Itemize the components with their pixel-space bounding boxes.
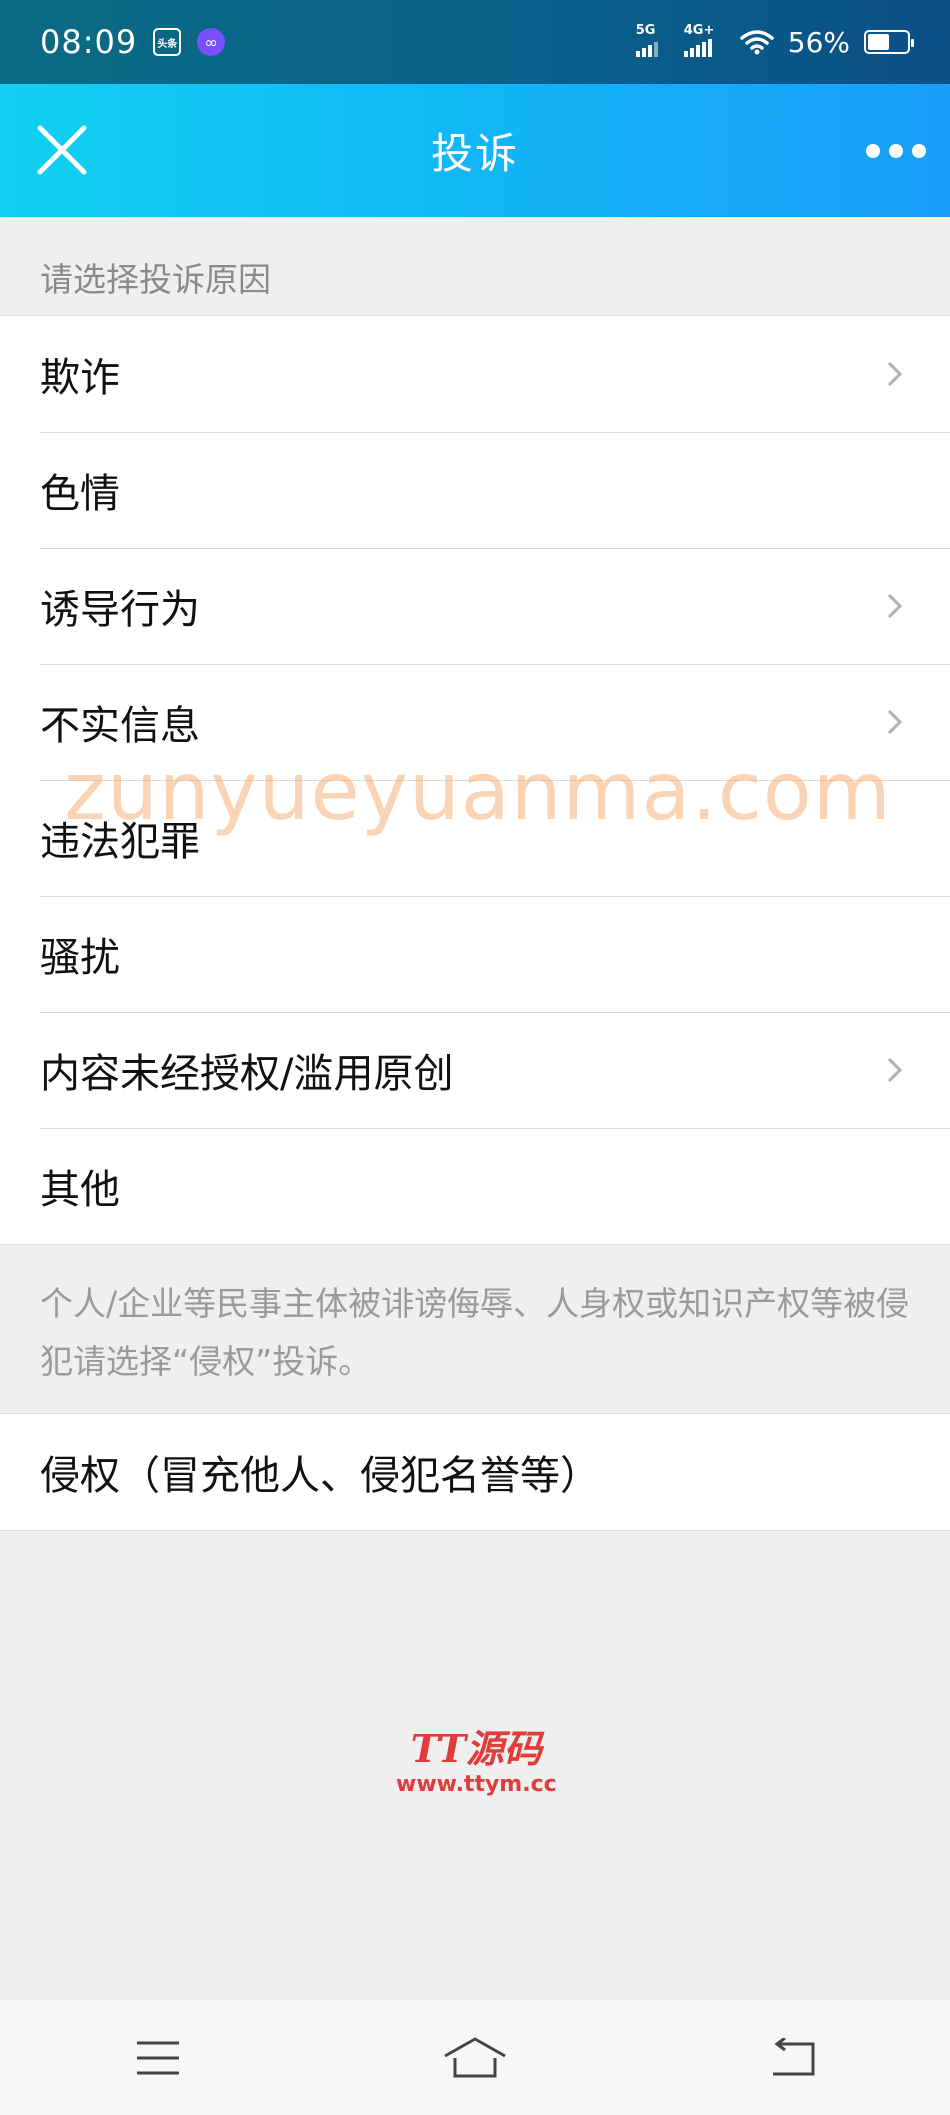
list-item-label: 其他 (40, 1167, 120, 1213)
tt-logo: TT源码 www.ttym.cc (396, 1727, 557, 1799)
infringement-notice: 个人/企业等民事主体被诽谤侮辱、人身权或知识产权等被侵犯请选择“侵权”投诉。 (40, 1284, 910, 1381)
close-icon[interactable] (34, 122, 90, 178)
list-item-label: 诱导行为 (40, 587, 200, 633)
page-title: 投诉 (430, 129, 519, 178)
chevron-right-icon (887, 1057, 903, 1083)
reason-item[interactable]: 骚扰 (0, 896, 950, 1012)
signal-5g-icon: 5G (635, 23, 670, 57)
battery-icon (864, 30, 914, 54)
list-item-label: 色情 (40, 471, 120, 517)
list-item-label: 骚扰 (40, 935, 120, 981)
system-nav-bar (0, 2000, 950, 2115)
reason-list: 欺诈色情诱导行为不实信息违法犯罪骚扰内容未经授权/滥用原创 其他 (0, 315, 950, 1245)
section-header: 请选择投诉原因 (40, 260, 271, 299)
status-bar: 08:09 头条 ∞ 5G 4G+ 56% (0, 0, 950, 84)
complaint-content: 请选择投诉原因 欺诈 色情 诱导行为 不实信息 违法犯罪 骚扰 内容未经授权/滥用原创 其他 … (0, 217, 950, 1531)
signal-4g-icon: 4G+ (683, 23, 726, 57)
list-item-label: 不实信息 (40, 703, 200, 749)
back-button[interactable] (747, 2023, 837, 2093)
reason-item[interactable]: 其他 (0, 1128, 950, 1244)
reason-item[interactable]: 诱导行为 (0, 548, 950, 664)
infringement-item[interactable]: 侵权（冒充他人、侵犯名誉等） (0, 1414, 950, 1530)
infringement-list: 侵权（冒充他人、侵犯名誉等） (0, 1413, 950, 1531)
logo-title: TT源码 (410, 1726, 542, 1771)
reason-item[interactable]: 色情 (0, 432, 950, 548)
home-button[interactable] (430, 2023, 520, 2093)
reason-item[interactable]: 违法犯罪 (0, 780, 950, 896)
more-options-icon[interactable] (866, 136, 926, 166)
list-item-label: 侵权（冒充他人、侵犯名誉等） (40, 1453, 600, 1499)
home-icon (444, 2037, 506, 2077)
back-icon (772, 2037, 815, 2075)
reason-item[interactable]: 不实信息 (0, 664, 950, 780)
nav-bar: 投诉 (0, 84, 950, 217)
menu-icon (137, 2041, 180, 2074)
loop-icon: ∞ (197, 28, 226, 56)
reason-item[interactable]: 欺诈 (0, 316, 950, 432)
chevron-right-icon (887, 361, 903, 387)
logo-url: www.ttym.cc (396, 1772, 557, 1797)
battery-text: 56% (787, 25, 850, 59)
list-item-label: 违法犯罪 (40, 819, 200, 865)
reason-item[interactable]: 内容未经授权/滥用原创 (0, 1012, 950, 1128)
list-item-label: 欺诈 (40, 355, 120, 401)
toutiao-app-icon: 头条 (153, 28, 182, 56)
chevron-right-icon (887, 593, 903, 619)
menu-button[interactable] (113, 2023, 203, 2093)
chevron-right-icon (887, 709, 903, 735)
status-time: 08:09 (40, 23, 138, 61)
wifi-icon (740, 30, 774, 55)
list-item-label: 内容未经授权/滥用原创 (40, 1051, 454, 1097)
status-right-group: 5G 4G+ 56% (635, 23, 914, 59)
